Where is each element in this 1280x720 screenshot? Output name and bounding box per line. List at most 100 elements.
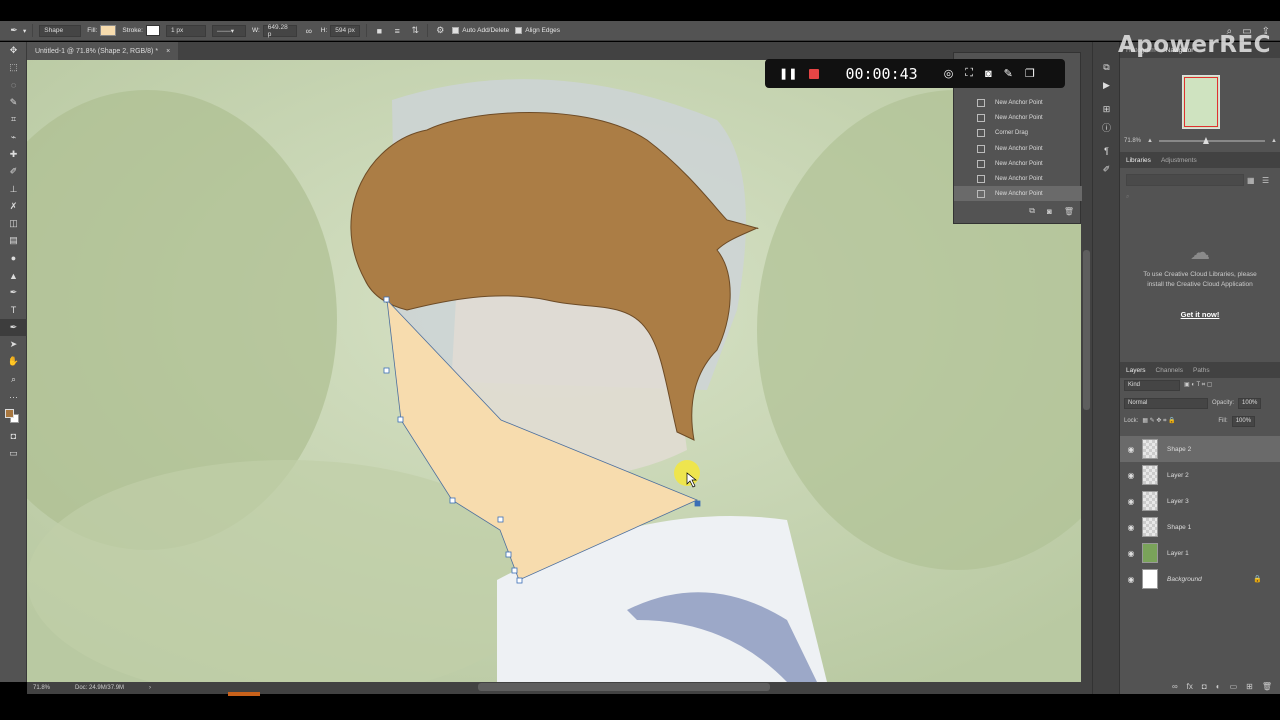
history-item[interactable]: New Anchor Point bbox=[954, 171, 1082, 186]
healing-brush-tool-icon[interactable]: ✚ bbox=[0, 146, 27, 163]
brush-tool-icon[interactable]: ✐ bbox=[0, 163, 27, 180]
kind-filter-select[interactable]: Kind bbox=[1124, 379, 1180, 391]
color-swatches[interactable] bbox=[0, 405, 27, 427]
library-search[interactable]: ⌕ bbox=[1126, 194, 1274, 206]
tab-paths[interactable]: Paths bbox=[1193, 367, 1210, 374]
quick-select-tool-icon[interactable]: ✎ bbox=[0, 94, 27, 111]
status-zoom[interactable]: 71.8% bbox=[33, 685, 50, 691]
quick-mask-icon[interactable]: ◘ bbox=[0, 427, 27, 444]
navigator-zoom-value[interactable]: 71.8% bbox=[1124, 138, 1141, 144]
new-document-from-state-icon[interactable]: ⧉ bbox=[1029, 206, 1035, 216]
list-view-icon[interactable]: ☰ bbox=[1262, 176, 1269, 185]
checkbox-icon[interactable] bbox=[452, 27, 460, 34]
stroke-width-field[interactable]: 1 px bbox=[165, 24, 206, 37]
stroke-control[interactable]: Stroke: bbox=[122, 25, 160, 36]
eraser-tool-icon[interactable]: ◫ bbox=[0, 215, 27, 232]
anchor-point[interactable] bbox=[383, 367, 390, 374]
brushes-panel-icon[interactable]: ✐ bbox=[1093, 160, 1120, 178]
layer-row[interactable]: ◉ Background 🔒 bbox=[1120, 566, 1280, 592]
new-layer-icon[interactable]: ⊞ bbox=[1246, 682, 1253, 691]
path-select-tool-icon[interactable]: ➤ bbox=[0, 336, 27, 353]
pen-tool-preset[interactable]: ✒ ▾ bbox=[8, 25, 26, 37]
pen-tool-active-icon[interactable]: ✒ bbox=[0, 318, 27, 337]
navigator-viewport[interactable] bbox=[1184, 77, 1218, 127]
more-tools-icon[interactable]: ··· bbox=[0, 388, 27, 405]
path-arrangement-icon[interactable]: ⇅ bbox=[409, 25, 421, 37]
zoom-tool-icon[interactable]: ⌕ bbox=[0, 371, 27, 388]
eye-icon[interactable]: ◉ bbox=[1120, 549, 1142, 558]
tab-adjustments[interactable]: Adjustments bbox=[1161, 157, 1197, 164]
checkbox-icon[interactable] bbox=[515, 27, 523, 34]
history-item[interactable]: New Anchor Point bbox=[954, 110, 1082, 125]
stroke-swatch[interactable] bbox=[145, 25, 160, 36]
fill-field[interactable]: 100% bbox=[1231, 415, 1256, 427]
zoom-in-icon[interactable]: ▲ bbox=[1271, 138, 1277, 144]
hand-tool-icon[interactable]: ✋ bbox=[0, 353, 27, 370]
horizontal-scroll-thumb[interactable] bbox=[478, 683, 770, 691]
layer-row[interactable]: ◉ Shape 2 bbox=[1120, 436, 1280, 462]
eye-icon[interactable]: ◉ bbox=[1120, 497, 1142, 506]
fullscreen-icon[interactable]: ⛶ bbox=[965, 67, 973, 80]
info-panel-icon[interactable]: ⓘ bbox=[1093, 118, 1120, 136]
zoom-slider-knob[interactable] bbox=[1202, 137, 1209, 144]
zoom-slider[interactable] bbox=[1158, 137, 1266, 144]
navigator-thumbnail[interactable] bbox=[1182, 75, 1220, 129]
anchor-point[interactable] bbox=[383, 296, 390, 303]
history-item[interactable]: New Anchor Point bbox=[954, 95, 1082, 110]
lock-icons[interactable]: ▦ ✎ ✥ ⌗ 🔒 bbox=[1142, 417, 1214, 425]
layer-row[interactable]: ◉ Layer 3 bbox=[1120, 488, 1280, 514]
anchor-point[interactable] bbox=[397, 416, 404, 423]
move-tool-icon[interactable]: ✥ bbox=[0, 42, 27, 59]
dodge-tool-icon[interactable]: ▲ bbox=[0, 267, 27, 284]
blur-tool-icon[interactable]: ● bbox=[0, 250, 27, 267]
properties-panel-icon[interactable]: ⊞ bbox=[1093, 100, 1120, 118]
stop-icon[interactable] bbox=[809, 68, 820, 79]
trash-icon[interactable]: 🗑 bbox=[1064, 207, 1074, 216]
eye-icon[interactable]: ◉ bbox=[1120, 575, 1142, 584]
history-item[interactable]: Corner Drag bbox=[954, 125, 1082, 140]
actions-panel-icon[interactable]: ▶ bbox=[1093, 76, 1120, 94]
path-operations-icon[interactable]: ■ bbox=[373, 25, 385, 37]
fill-control[interactable]: Fill: bbox=[87, 25, 117, 36]
trash-icon[interactable]: 🗑 bbox=[1262, 682, 1272, 691]
opacity-field[interactable]: 100% bbox=[1238, 397, 1262, 409]
blend-mode-select[interactable]: Normal bbox=[1124, 397, 1208, 409]
layer-style-icon[interactable]: fx bbox=[1187, 682, 1193, 691]
get-it-now-link[interactable]: Get it now! bbox=[1150, 310, 1250, 319]
pause-icon[interactable]: ❚❚ bbox=[779, 67, 797, 80]
layer-row[interactable]: ◉ Layer 2 bbox=[1120, 462, 1280, 488]
crop-tool-icon[interactable]: ⌗ bbox=[0, 111, 27, 128]
group-icon[interactable]: ▭ bbox=[1230, 682, 1238, 691]
eye-icon[interactable]: ◉ bbox=[1120, 523, 1142, 532]
zoom-out-icon[interactable]: ▲ bbox=[1147, 138, 1153, 144]
snapshot-icon[interactable]: ◙ bbox=[1047, 207, 1052, 216]
library-select[interactable] bbox=[1126, 174, 1244, 186]
adjustment-layer-icon[interactable]: ◐ bbox=[1216, 682, 1221, 691]
filter-icons[interactable]: ▣ ◐ T ⌗ ▢ bbox=[1184, 381, 1212, 389]
anchor-point[interactable] bbox=[505, 551, 512, 558]
type-tool-icon[interactable]: T bbox=[0, 301, 27, 318]
auto-add-delete-toggle[interactable]: Auto Add/Delete bbox=[452, 27, 509, 34]
tool-mode-select[interactable]: Shape bbox=[39, 24, 82, 37]
add-mask-icon[interactable]: ◘ bbox=[1202, 682, 1207, 691]
history-brush-tool-icon[interactable]: ✗ bbox=[0, 198, 27, 215]
history-item[interactable]: New Anchor Point bbox=[954, 156, 1082, 171]
gradient-tool-icon[interactable]: ▤ bbox=[0, 232, 27, 249]
window-icon[interactable]: ❐ bbox=[1025, 67, 1035, 80]
close-icon[interactable]: × bbox=[166, 48, 170, 55]
history-item[interactable]: New Anchor Point bbox=[954, 141, 1082, 156]
lasso-tool-icon[interactable]: ◌ bbox=[0, 77, 27, 94]
width-field[interactable]: 649.28 p bbox=[262, 24, 297, 38]
grid-view-icon[interactable]: ▦ bbox=[1247, 176, 1255, 185]
pen-annotate-icon[interactable]: ✎ bbox=[1004, 67, 1013, 80]
marquee-tool-icon[interactable]: ⬚ bbox=[0, 59, 27, 76]
document-canvas[interactable] bbox=[27, 60, 1081, 682]
eyedropper-tool-icon[interactable]: ⌁ bbox=[0, 128, 27, 145]
document-tab[interactable]: Untitled-1 @ 71.8% (Shape 2, RGB/8) * × bbox=[27, 42, 179, 60]
clone-stamp-tool-icon[interactable]: ⊥ bbox=[0, 180, 27, 197]
anchor-point[interactable] bbox=[449, 497, 456, 504]
gear-icon[interactable]: ⚙ bbox=[434, 25, 446, 37]
scroll-thumb[interactable] bbox=[1083, 250, 1090, 410]
layer-row[interactable]: ◉ Layer 1 bbox=[1120, 540, 1280, 566]
eye-icon[interactable]: ◉ bbox=[1120, 471, 1142, 480]
